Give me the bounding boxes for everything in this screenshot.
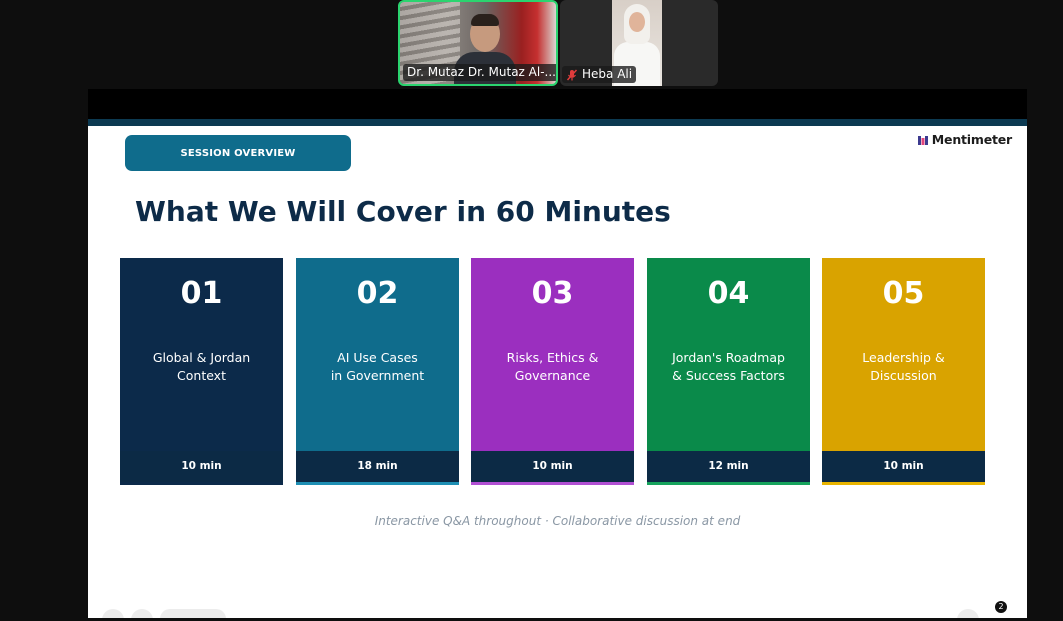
- card-number: 02: [356, 276, 399, 311]
- brand: Mentimeter: [917, 132, 1012, 147]
- slide-control-button[interactable]: [131, 609, 153, 618]
- participant-name-tag: Dr. Mutaz Dr. Mutaz Al-...: [403, 64, 556, 81]
- card-label: Global & Jordan Context: [152, 350, 251, 383]
- agenda-card: 03 Risks, Ethics & Governance 10 min: [471, 258, 634, 485]
- card-number: 01: [180, 276, 223, 311]
- section-label: SESSION OVERVIEW: [125, 135, 351, 171]
- prev-slide-button[interactable]: [102, 609, 124, 618]
- slide-controls-pill[interactable]: [160, 609, 226, 618]
- mic-muted-icon: [566, 68, 578, 81]
- slide-top-rule: [88, 119, 1027, 126]
- next-slide-button[interactable]: [957, 609, 979, 618]
- agenda-card: 05 Leadership & Discussion 10 min: [822, 258, 985, 485]
- mentimeter-logo-icon: [917, 135, 928, 145]
- card-duration: 10 min: [471, 451, 634, 482]
- card-number: 03: [531, 276, 574, 311]
- card-duration: 10 min: [822, 451, 985, 482]
- participant-name-tag: Heba Ali: [562, 66, 637, 83]
- participant-tile-2[interactable]: Heba Ali: [560, 0, 718, 86]
- reaction-count-badge: 2: [995, 601, 1007, 613]
- card-label: Risks, Ethics & Governance: [506, 350, 599, 383]
- card-duration: 18 min: [296, 451, 459, 482]
- participant-name: Dr. Mutaz Dr. Mutaz Al-...: [407, 65, 556, 79]
- card-label: Leadership & Discussion: [862, 350, 945, 383]
- agenda-card: 04 Jordan's Roadmap & Success Factors 12…: [647, 258, 810, 485]
- card-number: 04: [707, 276, 750, 311]
- participant-tile-1[interactable]: Dr. Mutaz Dr. Mutaz Al-...: [398, 0, 558, 86]
- agenda-card: 02 AI Use Cases in Government 18 min: [296, 258, 459, 485]
- agenda-card: 01 Global & Jordan Context 10 min: [120, 258, 283, 485]
- slide-title: What We Will Cover in 60 Minutes: [135, 195, 671, 228]
- footer-note: Interactive Q&A throughout · Collaborati…: [374, 514, 741, 528]
- card-duration: 12 min: [647, 451, 810, 482]
- card-duration: 10 min: [120, 451, 283, 482]
- participant-name: Heba Ali: [582, 67, 633, 81]
- card-number: 05: [882, 276, 925, 311]
- agenda-cards: 01 Global & Jordan Context 10 min 02 AI …: [120, 258, 986, 485]
- card-label: AI Use Cases in Government: [330, 350, 425, 383]
- card-label: Jordan's Roadmap & Success Factors: [672, 350, 785, 383]
- shared-slide: SESSION OVERVIEW Mentimeter What We Will…: [88, 119, 1027, 618]
- shared-screen-top-bar: [88, 89, 1027, 119]
- brand-name: Mentimeter: [931, 132, 1012, 147]
